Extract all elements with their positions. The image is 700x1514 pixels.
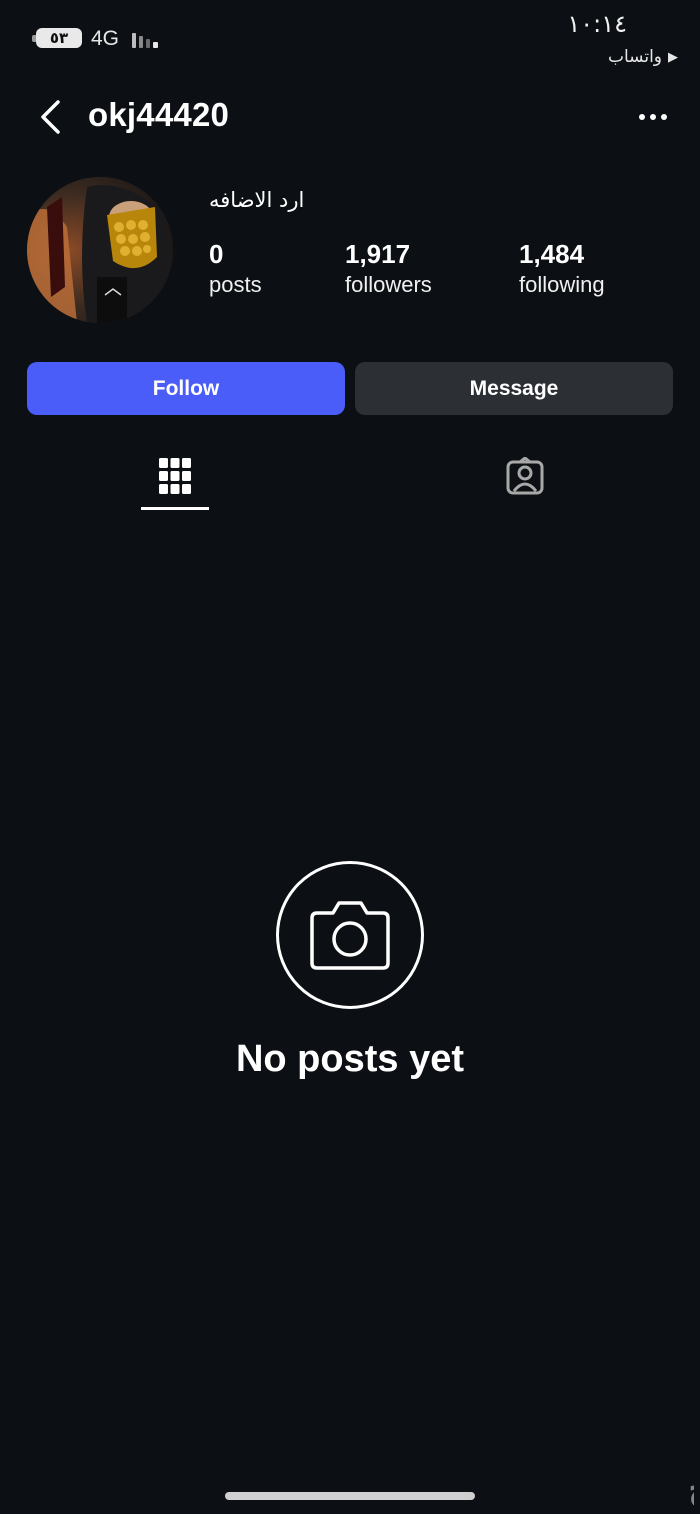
tagged-person-icon [506, 457, 544, 495]
tab-tagged[interactable] [490, 452, 560, 500]
clock: ١٠:١٤ [567, 10, 627, 38]
posts-value: 0 [209, 239, 224, 269]
camera-icon [310, 901, 390, 970]
tab-posts-grid[interactable] [140, 452, 210, 500]
grid-icon [159, 458, 191, 494]
network-type: 4G [91, 27, 120, 50]
back-to-app-label: واتساب [607, 47, 662, 67]
profile-display-name: ارد الاضافه [209, 188, 305, 212]
more-horizontal-icon [639, 114, 667, 120]
follow-button[interactable]: Follow [27, 362, 345, 415]
more-options-button[interactable] [632, 100, 676, 134]
empty-state-title: No posts yet [235, 1038, 465, 1080]
svg-text:حراج: حراج [688, 1468, 694, 1506]
chevron-left-icon [41, 100, 60, 134]
battery-level: ٥٣ [49, 30, 69, 47]
avatar-image [27, 177, 173, 323]
following-label: following [519, 272, 605, 297]
profile-avatar[interactable] [27, 177, 173, 323]
battery-indicator: ٥٣ [36, 28, 82, 48]
empty-state-camera [276, 861, 424, 1009]
cellular-signal-icon [132, 33, 158, 48]
followers-value: 1,917 [345, 239, 411, 269]
home-indicator[interactable] [225, 1492, 475, 1500]
profile-username: okj44420 [88, 96, 230, 133]
followers-label: followers [345, 272, 432, 297]
following-count[interactable]: 1,484 following [519, 238, 605, 300]
active-tab-indicator [141, 507, 209, 510]
following-value: 1,484 [519, 239, 585, 269]
message-button[interactable]: Message [355, 362, 673, 415]
play-arrow-icon: ▶ [668, 49, 678, 65]
haraj-watermark-logo: حراج [688, 1468, 694, 1506]
back-button[interactable] [30, 96, 70, 138]
followers-count[interactable]: 1,917 followers [345, 238, 432, 300]
posts-label: posts [209, 272, 262, 297]
back-to-app-link[interactable]: واتساب ▶ [608, 47, 678, 67]
posts-count: 0 posts [209, 238, 262, 300]
